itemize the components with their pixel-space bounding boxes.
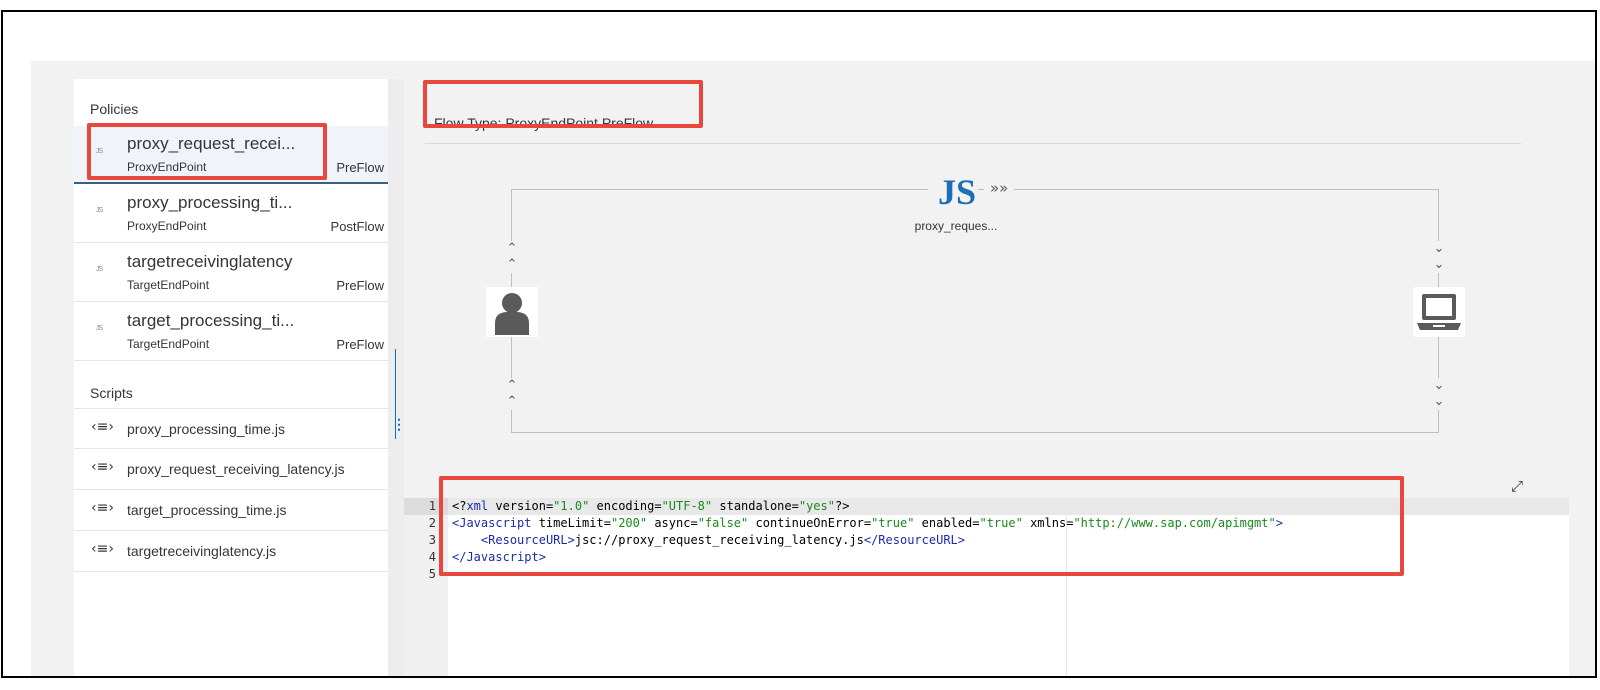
pane-splitter[interactable]: ⋮ (388, 79, 406, 676)
script-item-targetreceivinglatency[interactable]: ‹≡› targetreceivinglatency.js (74, 531, 388, 572)
policy-item-target-receiving[interactable]: JS targetreceivinglatency TargetEndPoint… (74, 244, 388, 302)
line-number: 2 (428, 516, 436, 530)
chevron-down-icon: ⌄ ⌄ (1430, 378, 1448, 410)
script-file-icon: ‹≡› (91, 541, 114, 557)
line-number: 3 (428, 533, 436, 547)
script-file-icon: ‹≡› (91, 459, 114, 475)
highlight-box-code (439, 476, 1404, 576)
policy-flow: PreFlow (336, 160, 384, 175)
line-number: 4 (428, 550, 436, 564)
policy-item-proxy-processing[interactable]: JS proxy_processing_ti... ProxyEndPoint … (74, 185, 388, 243)
line-number: 5 (428, 567, 436, 581)
backend-laptop-icon (1413, 287, 1465, 337)
policy-icon: JS (96, 325, 103, 332)
chevron-down-icon: ⌄ ⌄ (1430, 241, 1448, 273)
policy-name: proxy_processing_ti... (127, 193, 293, 212)
script-item-target-processing-time[interactable]: ‹≡› target_processing_time.js (74, 490, 388, 531)
script-name: target_processing_time.js (127, 502, 287, 518)
policy-icon: JS (96, 266, 103, 273)
policy-endpoint: TargetEndPoint (127, 278, 210, 292)
policy-icon: JS (96, 207, 103, 214)
client-user-icon (486, 287, 538, 337)
highlight-box-flow-type (423, 80, 703, 128)
chevron-up-icon: ⌃ ⌃ (503, 378, 521, 410)
script-item-proxy-request-receiving-latency[interactable]: ‹≡› proxy_request_receiving_latency.js (74, 449, 388, 490)
policies-title: Policies (90, 101, 139, 117)
expand-editor-icon[interactable]: ⤢ (1511, 477, 1523, 495)
javascript-policy-icon[interactable]: JS (938, 172, 976, 212)
policy-flow: PreFlow (336, 337, 384, 352)
chevron-up-icon: ⌃ ⌃ (503, 241, 521, 273)
script-file-icon: ‹≡› (91, 419, 114, 435)
policy-name: targetreceivinglatency (127, 252, 293, 271)
policy-endpoint: ProxyEndPoint (127, 219, 207, 233)
script-file-icon: ‹≡› (91, 500, 114, 516)
highlight-box-policy (87, 123, 327, 180)
policy-name: target_processing_ti... (127, 311, 295, 330)
policy-endpoint: TargetEndPoint (127, 337, 210, 351)
script-name: proxy_processing_time.js (127, 421, 285, 437)
script-item-proxy-processing-time[interactable]: ‹≡› proxy_processing_time.js (74, 408, 388, 449)
policy-item-target-processing[interactable]: JS target_processing_ti... TargetEndPoin… (74, 303, 388, 361)
flow-type-divider (425, 143, 1521, 144)
flow-direction-icon: »» (984, 179, 1015, 197)
screenshot-frame: Policies JS proxy_request_recei... Proxy… (1, 10, 1597, 678)
script-name: targetreceivinglatency.js (127, 543, 277, 559)
diagram-policy-name[interactable]: proxy_reques... (881, 219, 1031, 233)
splitter-grip-icon[interactable]: ⋮ (392, 416, 406, 433)
scripts-title: Scripts (90, 385, 133, 401)
script-name: proxy_request_receiving_latency.js (127, 461, 345, 477)
policy-flow: PostFlow (330, 219, 384, 234)
policy-flow: PreFlow (336, 278, 384, 293)
